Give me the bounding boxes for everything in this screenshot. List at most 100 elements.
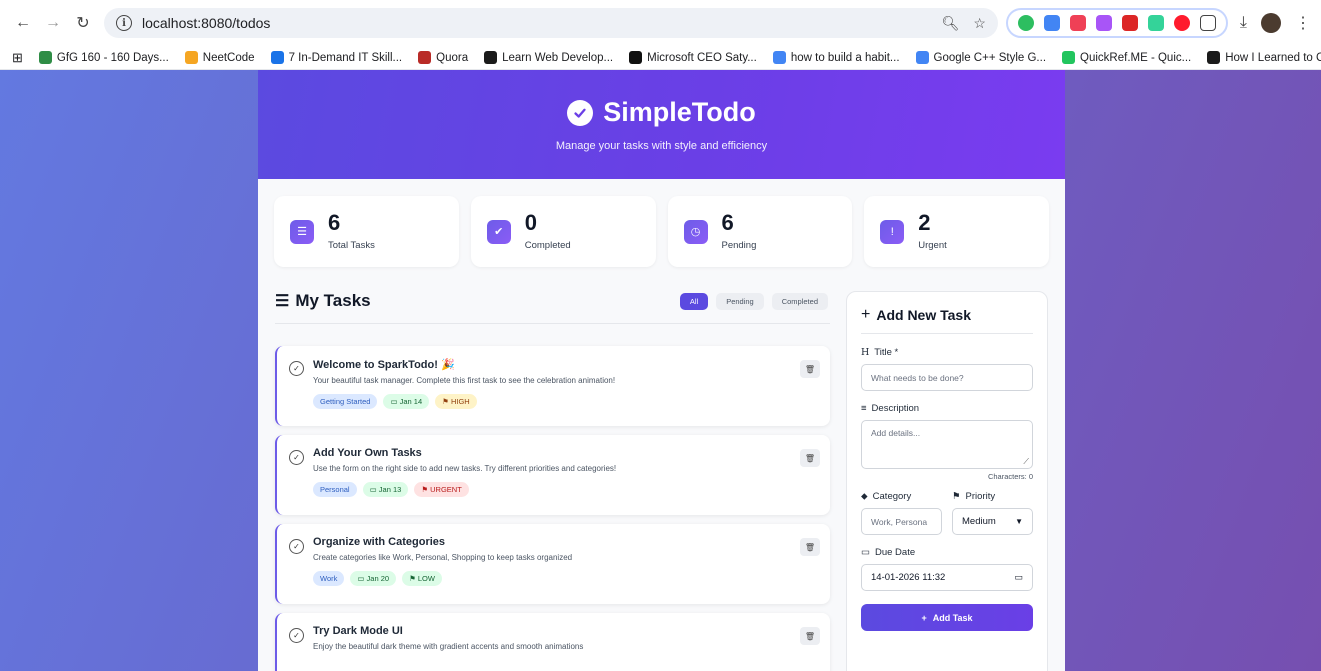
bookmark-item[interactable]: Google C++ Style G... [915,51,1046,64]
char-count: Characters: 0 [987,472,1033,481]
bookmark-item[interactable]: NeetCode [184,51,255,64]
bookmark-item[interactable]: how to build a habit... [772,51,900,64]
tasks-title: ☰ My Tasks [275,291,371,310]
align-left-icon: ≡ [861,403,867,414]
complete-checkbox[interactable]: ✓ [289,361,304,376]
opera-extension-icon[interactable] [1173,15,1190,31]
address-bar[interactable]: i localhost:8080/todos 🔍︎ ☆ [104,8,998,38]
reload-icon[interactable]: ↻ [70,10,96,36]
bookmark-favicon-icon [418,51,432,64]
task-title: Welcome to SparkTodo! 🎉 [313,359,455,371]
trash-icon[interactable]: 🗑 [800,449,820,467]
trash-icon[interactable]: 🗑 [800,360,820,378]
trash-icon[interactable]: 🗑 [800,538,820,556]
add-task-form: + Add New Task H Title * What needs to b… [846,291,1048,671]
list-check-icon: ☰ [290,219,314,244]
category-tag: Personal [313,482,357,497]
bookmark-item[interactable]: Quora [418,51,468,64]
bookmark-favicon-icon [184,51,198,64]
complete-checkbox[interactable]: ✓ [289,539,304,554]
title-input[interactable]: What needs to be done? [861,364,1033,391]
calendar-picker-icon[interactable]: ▭ [1014,572,1023,583]
category-tag: Getting Started [313,394,378,409]
bookmark-item[interactable]: GfG 160 - 160 Days... [38,51,169,64]
tasks-header: ☰ My Tasks All Pending Completed [275,291,830,324]
extension-icon[interactable] [1095,15,1112,31]
plus-icon: + [921,612,927,623]
evernote-extension-icon[interactable] [1017,15,1034,31]
complete-checkbox[interactable]: ✓ [289,628,304,643]
stat-card: ! 2 Urgent [864,196,1049,267]
bookmark-star-icon[interactable]: ☆ [973,15,986,32]
category-input[interactable]: Work, Persona [861,508,942,535]
stat-label: Total Tasks [328,240,375,251]
clock-icon: ◷ [683,219,708,244]
browser-toolbar: ← → ↻ i localhost:8080/todos 🔍︎ ☆ ⤓ ⋮ [0,0,1321,46]
category-tag: Work [313,571,345,586]
task-tags: Personal ▭ Jan 13 ⚑ URGENT [313,482,816,497]
form-title: + Add New Task [861,306,1033,334]
bookmark-favicon-icon [629,51,643,64]
forward-icon[interactable]: → [40,10,66,36]
task-title: Try Dark Mode UI [313,625,403,637]
bookmark-favicon-icon [772,51,786,64]
app-container: SimpleTodo Manage your tasks with style … [258,70,1065,671]
bookmark-favicon-icon [1207,51,1221,64]
bookmark-item[interactable]: QuickRef.ME - Quic... [1062,51,1191,64]
stat-card: ☰ 6 Total Tasks [274,196,459,267]
task-description: Your beautiful task manager. Complete th… [313,376,616,385]
trash-icon[interactable]: 🗑 [800,627,820,645]
flag-icon: ⚑ [952,491,961,502]
extension-icon[interactable] [1147,15,1164,31]
add-task-button[interactable]: + Add Task [861,604,1033,631]
due-date-input[interactable]: 14-01-2026 11:32 ▭ [861,564,1033,591]
complete-checkbox[interactable]: ✓ [289,450,304,465]
priority-select[interactable]: Medium ▼ [952,508,1033,535]
extension-icon[interactable] [1121,15,1138,31]
tasks-panel: ☰ My Tasks All Pending Completed ✓ Welco… [275,291,830,671]
filter-pending[interactable]: Pending [716,292,764,310]
zoom-icon[interactable]: 🔍︎ [942,15,960,32]
page-background: SimpleTodo Manage your tasks with style … [0,70,1321,671]
download-icon[interactable]: ⤓ [1240,14,1247,32]
stat-label: Completed [524,240,571,251]
translate-extension-icon[interactable] [1043,15,1060,31]
back-icon[interactable]: ← [10,10,36,36]
task-card[interactable]: ✓ Add Your Own Tasks Use the form on the… [275,435,830,515]
task-card[interactable]: ✓ Welcome to SparkTodo! 🎉 Your beautiful… [275,346,830,426]
stat-value: 0 [524,210,537,235]
filter-all[interactable]: All [679,292,709,310]
task-title: Organize with Categories [313,536,446,548]
bookmarks-bar: ⊞ GfG 160 - 160 Days... NeetCode 7 In-Dema… [0,46,1321,70]
apps-grid-icon[interactable]: ⊞ [12,50,23,66]
bookmark-favicon-icon [38,51,52,64]
puzzle-icon[interactable] [1199,15,1216,31]
profile-avatar[interactable] [1261,13,1281,33]
chevron-down-icon: ▼ [1015,517,1023,526]
bookmark-favicon-icon [270,51,284,64]
heading-icon: H [861,347,870,358]
bookmark-item[interactable]: 7 In-Demand IT Skill... [270,51,402,64]
date-tag: ▭ Jan 20 [350,571,397,586]
priority-tag: ⚑ LOW [402,571,442,586]
pocket-extension-icon[interactable] [1069,15,1086,31]
stat-label: Pending [721,240,757,251]
stat-value: 6 [328,210,341,235]
description-textarea[interactable]: Add details... ⟋ [861,420,1033,469]
bookmark-item[interactable]: Microsoft CEO Saty... [629,51,757,64]
menu-icon[interactable]: ⋮ [1295,13,1311,33]
check-circle-icon [567,99,594,126]
task-card[interactable]: ✓ Organize with Categories Create catego… [275,524,830,604]
description-label: ≡ Description [861,403,920,414]
resize-handle-icon[interactable]: ⟋ [1023,457,1029,467]
task-description: Enjoy the beautiful dark theme with grad… [313,642,584,651]
stat-value: 6 [721,210,734,235]
site-info-icon[interactable]: i [116,15,132,31]
task-card[interactable]: ✓ Try Dark Mode UI Enjoy the beautiful d… [275,613,830,671]
bookmark-item[interactable]: How I Learned to C... [1207,51,1321,64]
priority-label: ⚑ Priority [952,491,996,502]
filter-completed[interactable]: Completed [771,292,828,310]
filter-tabs: All Pending Completed [679,292,828,310]
brand: SimpleTodo [567,97,756,128]
bookmark-item[interactable]: Learn Web Develop... [484,51,613,64]
